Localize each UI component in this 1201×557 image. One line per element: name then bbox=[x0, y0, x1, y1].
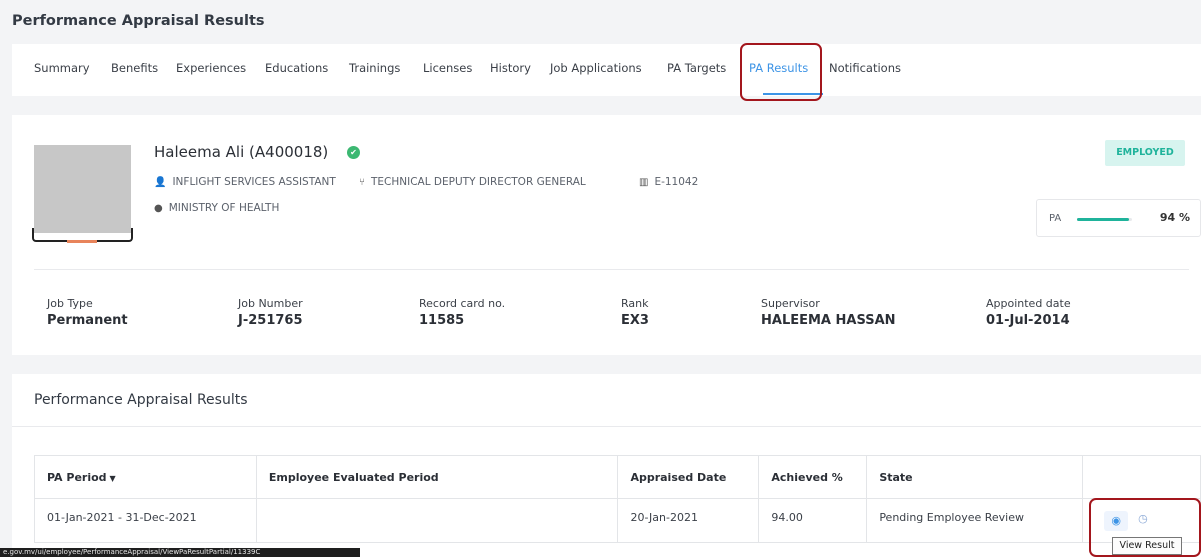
cell-pa-period: 01-Jan-2021 - 31-Dec-2021 bbox=[34, 498, 257, 543]
info-appointed-date: Appointed date 01-Jul-2014 bbox=[986, 297, 1071, 328]
info-label: Record card no. bbox=[419, 297, 506, 310]
info-value: 01-Jul-2014 bbox=[986, 313, 1070, 328]
employee-code: ▥ E-11042 bbox=[639, 176, 698, 188]
status-badge: EMPLOYED bbox=[1105, 140, 1185, 166]
profile-divider bbox=[34, 269, 1189, 270]
tab-trainings[interactable]: Trainings bbox=[349, 61, 400, 75]
info-value: J-251765 bbox=[238, 313, 303, 328]
cell-appraised-date: 20-Jan-2021 bbox=[617, 498, 760, 543]
tab-benefits[interactable]: Benefits bbox=[111, 61, 158, 75]
pa-progress-box: PA 94 % bbox=[1036, 199, 1201, 237]
table-row: 01-Jan-2021 - 31-Dec-2021 20-Jan-2021 94… bbox=[34, 498, 1201, 543]
position-text: INFLIGHT SERVICES ASSISTANT bbox=[172, 176, 336, 188]
pa-results-card: Performance Appraisal Results PA Period ▼… bbox=[12, 374, 1201, 557]
column-header-actions bbox=[1082, 455, 1201, 499]
cell-evaluated-period bbox=[255, 498, 619, 543]
map-marker-icon: ● bbox=[154, 203, 163, 214]
employee-position: 👤 INFLIGHT SERVICES ASSISTANT bbox=[154, 176, 336, 188]
verified-check-icon: ✔ bbox=[347, 146, 360, 159]
pa-progress-fill bbox=[1077, 218, 1129, 221]
info-value: 11585 bbox=[419, 313, 465, 328]
view-result-tooltip: View Result bbox=[1112, 537, 1182, 555]
ministry-text: MINISTRY OF HEALTH bbox=[168, 202, 280, 214]
employee-ministry: ● MINISTRY OF HEALTH bbox=[154, 202, 279, 214]
info-value: EX3 bbox=[621, 313, 649, 328]
tab-job-applications[interactable]: Job Applications bbox=[550, 61, 642, 75]
photo-accent bbox=[67, 240, 97, 243]
department-text: TECHNICAL DEPUTY DIRECTOR GENERAL bbox=[371, 176, 586, 188]
results-title: Performance Appraisal Results bbox=[34, 392, 248, 408]
column-header-state: State bbox=[866, 455, 1084, 499]
tab-experiences[interactable]: Experiences bbox=[176, 61, 246, 75]
page-title: Performance Appraisal Results bbox=[12, 13, 265, 29]
info-label: Appointed date bbox=[986, 297, 1071, 310]
highlight-box-tab bbox=[740, 43, 822, 101]
info-label: Supervisor bbox=[761, 297, 820, 310]
pa-progress-track bbox=[1077, 218, 1132, 221]
pa-results-table: PA Period ▼ Employee Evaluated Period App… bbox=[34, 455, 1201, 543]
cell-achieved: 94.00 bbox=[758, 498, 868, 543]
sitemap-icon: ⑂ bbox=[359, 177, 365, 188]
column-header-appraised-date: Appraised Date bbox=[617, 455, 760, 499]
employee-department: ⑂ TECHNICAL DEPUTY DIRECTOR GENERAL bbox=[359, 176, 586, 188]
info-value: HALEEMA HASSAN bbox=[761, 313, 896, 328]
table-header-row: PA Period ▼ Employee Evaluated Period App… bbox=[34, 455, 1201, 499]
cell-state: Pending Employee Review bbox=[866, 498, 1084, 543]
tab-licenses[interactable]: Licenses bbox=[423, 61, 472, 75]
user-icon: 👤 bbox=[154, 177, 167, 188]
info-label: Job Type bbox=[47, 297, 93, 310]
column-header-achieved: Achieved % bbox=[758, 455, 868, 499]
sort-down-icon[interactable]: ▼ bbox=[110, 474, 116, 483]
column-label: PA Period bbox=[47, 470, 107, 484]
tab-notifications[interactable]: Notifications bbox=[829, 61, 901, 75]
tab-history[interactable]: History bbox=[490, 61, 531, 75]
info-label: Rank bbox=[621, 297, 649, 310]
employee-profile-card: Haleema Ali (A400018) ✔ 👤 INFLIGHT SERVIC… bbox=[12, 115, 1201, 355]
employee-name: Haleema Ali (A400018) bbox=[154, 143, 329, 161]
building-icon: ▥ bbox=[639, 177, 649, 188]
info-supervisor: Supervisor HALEEMA HASSAN bbox=[761, 297, 896, 328]
employee-code-text: E-11042 bbox=[654, 176, 699, 188]
employee-photo bbox=[34, 145, 131, 233]
info-job-number: Job Number J-251765 bbox=[238, 297, 303, 328]
tab-educations[interactable]: Educations bbox=[265, 61, 328, 75]
pa-label: PA bbox=[1049, 213, 1062, 224]
info-record-card: Record card no. 11585 bbox=[419, 297, 505, 328]
info-label: Job Number bbox=[238, 297, 303, 310]
pa-value: 94 % bbox=[1159, 211, 1190, 224]
info-job-type: Job Type Permanent bbox=[47, 297, 128, 328]
column-header-evaluated-period: Employee Evaluated Period bbox=[255, 455, 619, 499]
info-rank: Rank EX3 bbox=[621, 297, 649, 328]
column-header-pa-period[interactable]: PA Period ▼ bbox=[34, 455, 257, 499]
tab-pa-targets[interactable]: PA Targets bbox=[667, 61, 726, 75]
browser-status-url: e.gov.mv/ui/employee/PerformanceAppraisa… bbox=[0, 548, 360, 557]
results-divider bbox=[12, 426, 1201, 427]
profile-tabs: Summary Benefits Experiences Educations … bbox=[12, 44, 1201, 96]
tab-summary[interactable]: Summary bbox=[34, 61, 90, 75]
info-value: Permanent bbox=[47, 313, 128, 328]
